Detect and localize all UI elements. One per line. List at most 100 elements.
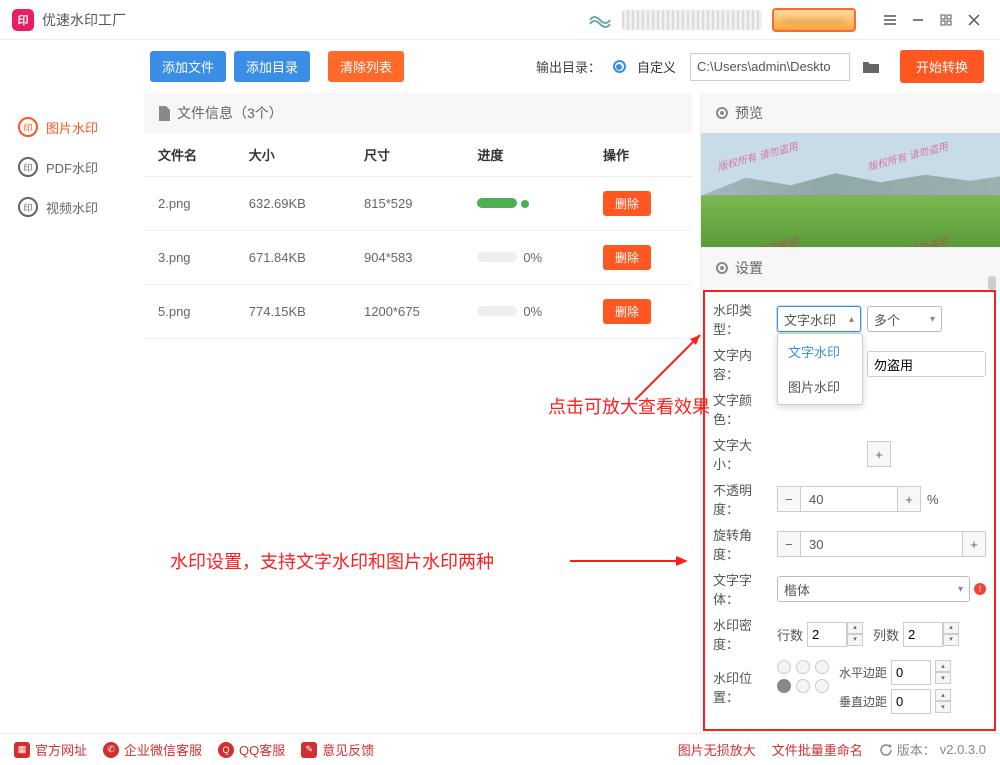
position-grid[interactable] (777, 660, 831, 695)
table-row: 2.png632.69KB815*529删除 (144, 177, 692, 231)
wm-density-label: 水印密度： (713, 615, 777, 653)
opacity-minus-button[interactable]: − (777, 486, 801, 512)
rows-input[interactable] (807, 622, 847, 647)
chevron-down-icon: ▾ (930, 314, 935, 325)
size-plus-button[interactable]: + (867, 441, 891, 467)
chevron-up-icon: ▴ (849, 314, 854, 325)
wm-count-select[interactable]: 多个 ▾ (867, 306, 942, 332)
cell-size: 671.84KB (235, 231, 350, 285)
qq-support-link[interactable]: QQQ客服 (218, 740, 285, 759)
watermark-sample: 版权所有 请勿盗用 (715, 138, 799, 174)
watermark-sample: 版权所有 请勿盗用 (865, 138, 949, 174)
col-size: 大小 (235, 133, 350, 177)
toolbar: 添加文件 添加目录 清除列表 输出目录： 自定义 开始转换 (0, 40, 1000, 93)
wm-color-label: 文字颜色： (713, 390, 777, 428)
rows-spinner[interactable]: ▴▾ (847, 622, 863, 647)
output-path-input[interactable] (690, 53, 850, 81)
cell-dim: 904*583 (350, 231, 463, 285)
add-file-button[interactable]: 添加文件 (150, 51, 226, 82)
preview-image[interactable]: 版权所有 请勿盗用 版权所有 请勿盗用 版权所有 请勿盗用 版权所有 请勿盗用 (701, 133, 1000, 248)
opacity-value[interactable]: 40 (801, 486, 897, 512)
delete-button[interactable]: 删除 (603, 299, 651, 324)
minimize-icon[interactable] (904, 6, 932, 34)
blurred-text (622, 10, 762, 30)
rotate-minus-button[interactable]: − (777, 531, 801, 557)
cols-input[interactable] (903, 622, 943, 647)
dropdown-option-image[interactable]: 图片水印 (778, 369, 862, 404)
file-icon (158, 106, 171, 121)
wm-font-select[interactable]: 楷体 ▾ (777, 576, 970, 602)
hmargin-label: 水平边距 (839, 664, 887, 681)
watermark-sample: 版权所有 请勿盗用 (715, 233, 799, 248)
preview-header: 预览 (701, 93, 1000, 133)
dropdown-option-text[interactable]: 文字水印 (778, 334, 862, 369)
wm-text-input[interactable] (867, 351, 986, 377)
wm-type-select[interactable]: 文字水印 ▴ 文字水印 图片水印 (777, 306, 861, 332)
wm-type-dropdown: 文字水印 图片水印 (777, 333, 863, 405)
delete-button[interactable]: 删除 (603, 191, 651, 216)
watermark-sample: 版权所有 请勿盗用 (865, 233, 949, 248)
col-operation: 操作 (589, 133, 692, 177)
refresh-icon[interactable] (879, 743, 893, 757)
vmargin-spinner[interactable]: ▴▾ (935, 689, 951, 714)
wm-position-label: 水印位置： (713, 668, 777, 706)
wechat-support-link[interactable]: ✆企业微信客服 (103, 740, 202, 759)
close-icon[interactable] (960, 6, 988, 34)
qq-icon: Q (218, 742, 234, 758)
cell-progress: 0% (463, 231, 589, 285)
hmargin-input[interactable] (891, 660, 931, 685)
add-dir-button[interactable]: 添加目录 (234, 51, 310, 82)
opacity-plus-button[interactable]: + (897, 486, 921, 512)
cell-name: 2.png (144, 177, 235, 231)
feedback-icon: ✎ (301, 742, 317, 758)
wm-text-label: 文字内容： (713, 345, 777, 383)
custom-radio-label: 自定义 (637, 57, 676, 76)
hmargin-spinner[interactable]: ▴▾ (935, 660, 951, 685)
output-dir-label: 输出目录： (536, 57, 601, 76)
sidebar-item-image-watermark[interactable]: 印 图片水印 (0, 107, 140, 147)
wm-opacity-label: 不透明度： (713, 480, 777, 518)
rotate-value[interactable]: 30 (801, 531, 962, 557)
annotation-settings: 水印设置，支持文字水印和图片水印两种 (170, 548, 494, 574)
chevron-down-icon: ▾ (958, 584, 963, 595)
official-site-link[interactable]: ▦官方网址 (14, 740, 87, 759)
rotate-plus-button[interactable]: + (962, 531, 986, 557)
cell-name: 5.png (144, 285, 235, 339)
promo-button[interactable] (772, 8, 856, 32)
enlarge-link[interactable]: 图片无损放大 (678, 740, 756, 759)
col-dim: 尺寸 (350, 133, 463, 177)
table-row: 3.png671.84KB904*5830%删除 (144, 231, 692, 285)
wm-font-label: 文字字体： (713, 570, 777, 608)
file-panel-header: 文件信息（3个） (144, 93, 692, 133)
settings-panel: 水印类型： 文字水印 ▴ 文字水印 图片水印 多个 ▾ 文字内容： (703, 290, 996, 731)
browse-folder-icon[interactable] (858, 53, 884, 81)
vmargin-input[interactable] (891, 689, 931, 714)
cell-progress (463, 177, 589, 231)
sidebar-item-video-watermark[interactable]: 印 视频水印 (0, 187, 140, 227)
arrow-icon (630, 325, 710, 405)
scrollbar-icon[interactable] (988, 276, 996, 290)
wm-count-value: 多个 (874, 310, 900, 329)
col-progress: 进度 (463, 133, 589, 177)
table-row: 5.png774.15KB1200*6750%删除 (144, 285, 692, 339)
wm-rotate-label: 旋转角度： (713, 525, 777, 563)
clear-list-button[interactable]: 清除列表 (328, 51, 404, 82)
app-logo: 印 (12, 9, 34, 31)
rename-link[interactable]: 文件批量重命名 (772, 740, 863, 759)
delete-button[interactable]: 删除 (603, 245, 651, 270)
sidebar-item-label: 视频水印 (46, 198, 98, 217)
feedback-link[interactable]: ✎意见反馈 (301, 740, 374, 759)
custom-radio[interactable] (613, 60, 626, 73)
wechat-icon: ✆ (103, 742, 119, 758)
wm-type-value: 文字水印 (784, 310, 836, 329)
cell-progress: 0% (463, 285, 589, 339)
start-convert-button[interactable]: 开始转换 (900, 50, 984, 83)
cell-dim: 1200*675 (350, 285, 463, 339)
menu-icon[interactable] (876, 6, 904, 34)
percent-label: % (927, 492, 939, 507)
sidebar-item-pdf-watermark[interactable]: 印 PDF水印 (0, 147, 140, 187)
cols-spinner[interactable]: ▴▾ (943, 622, 959, 647)
arrow-icon (570, 551, 690, 571)
maximize-icon[interactable] (932, 6, 960, 34)
pdf-wm-icon: 印 (18, 157, 38, 177)
